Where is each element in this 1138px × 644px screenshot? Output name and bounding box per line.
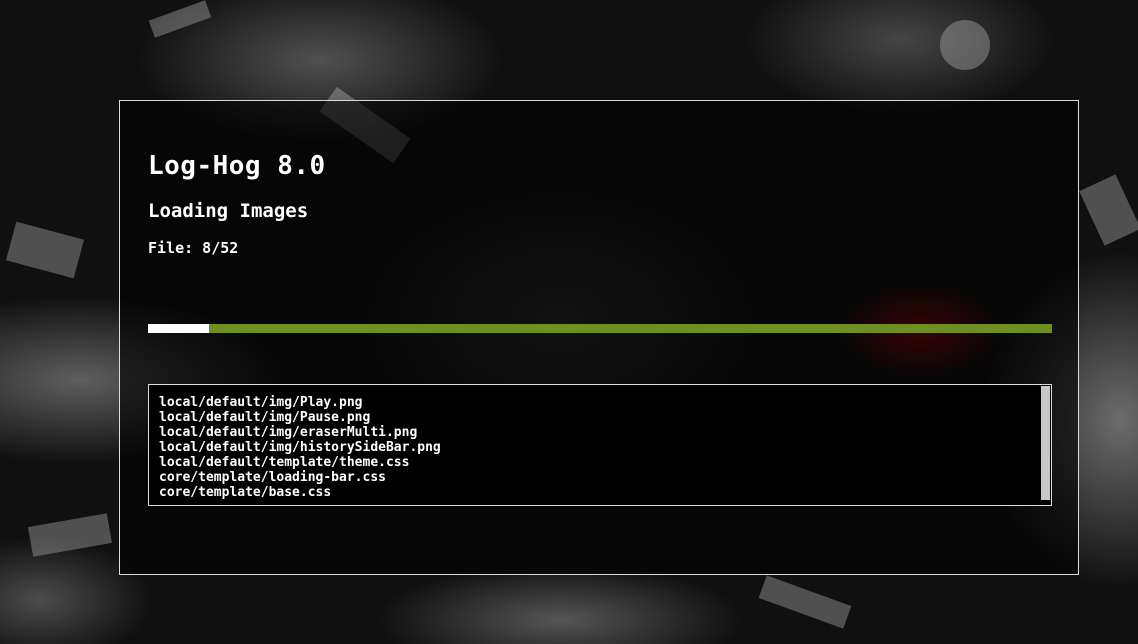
file-list-item: local/default/img/Pause.png xyxy=(159,410,371,425)
background-shard xyxy=(758,575,852,629)
app-title: Log-Hog 8.0 xyxy=(148,151,326,181)
file-log-scrollbar[interactable] xyxy=(1041,386,1050,500)
file-list-item: core/template/loading-bar.css xyxy=(159,470,386,485)
progress-fill xyxy=(148,324,210,333)
file-list-item: core/template/base.css xyxy=(159,485,332,500)
loading-stage-label: Loading Images xyxy=(148,200,309,222)
file-list: local/default/img/Play.png local/default… xyxy=(159,395,441,500)
background-shard xyxy=(148,0,212,38)
background-shard xyxy=(940,20,990,70)
background-shard xyxy=(6,221,84,279)
file-list-item: local/default/img/eraserMulti.png xyxy=(159,425,418,440)
background-shard xyxy=(28,513,112,557)
progress-bar xyxy=(148,324,1052,333)
file-log: local/default/img/Play.png local/default… xyxy=(148,384,1052,506)
loading-panel: Log-Hog 8.0 Loading Images File: 8/52 lo… xyxy=(119,100,1079,575)
file-counter: File: 8/52 xyxy=(148,239,239,257)
file-list-item: local/default/img/historySideBar.png xyxy=(159,440,441,455)
background-shard xyxy=(1079,174,1138,246)
file-list-item: local/default/img/Play.png xyxy=(159,395,363,410)
file-list-item: local/default/template/theme.css xyxy=(159,455,410,470)
